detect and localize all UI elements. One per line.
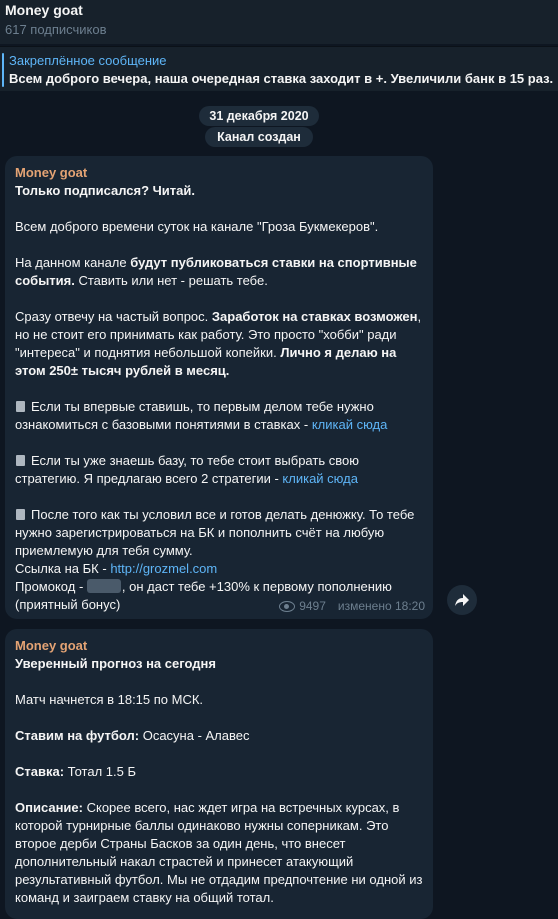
edited-time: изменено 18:20 [337,599,425,613]
chat-header[interactable]: Money goat 617 подписчиков [0,0,558,44]
bookmaker-link[interactable]: http://grozmel.com [110,561,217,576]
promo-code-spoiler[interactable] [86,579,121,593]
post-paragraph: Если ты впервые ставишь, то первым делом… [15,399,388,432]
link-click-here[interactable]: кликай сюда [282,471,358,486]
post-paragraph: На данном канале будут публиковаться ста… [15,255,417,288]
message-author[interactable]: Money goat [15,637,423,654]
message-meta: 9497 изменено 18:20 [279,597,425,615]
post-paragraph: После того как ты условил все и готов де… [15,507,415,558]
pinned-text: Всем доброго вечера, наша очередная став… [9,71,554,86]
post-paragraph: Ставка: Тотал 1.5 Б [15,764,136,779]
subscriber-count: 617 подписчиков [5,22,107,37]
pinned-indicator [2,53,4,87]
bullet-icon [16,509,25,520]
share-icon [455,594,469,606]
post-paragraph: Матч начнется в 18:15 по МСК. [15,692,204,707]
post-paragraph: Ссылка на БК - http://grozmel.com [15,561,218,576]
channel-created-label: Канал создан [205,127,313,147]
date-separator: 31 декабря 2020 [199,106,319,126]
pinned-title: Закреплённое сообщение [9,53,167,68]
message-author[interactable]: Money goat [15,164,423,181]
eye-icon [279,600,296,612]
post-title: Уверенный прогноз на сегодня [15,656,216,671]
post-paragraph: Описание: Скорее всего, нас ждет игра на… [15,800,423,905]
link-click-here[interactable]: кликай сюда [312,417,388,432]
view-count: 9497 [299,599,326,613]
post-paragraph: Всем доброго времени суток на канале "Гр… [15,219,379,234]
post-paragraph: Если ты уже знаешь базу, то тебе стоит в… [15,453,359,486]
bullet-icon [16,401,25,412]
post-title: Только подписался? Читай. [15,183,195,198]
message-bubble[interactable]: Money goat Уверенный прогноз на сегодня … [5,629,433,919]
post-paragraph: Ставим на футбол: Осасуна - Алавес [15,728,250,743]
bullet-icon [16,455,25,466]
service-messages: 31 декабря 2020 Канал создан [0,106,518,147]
message-bubble[interactable]: Money goat Только подписался? Читай. Все… [5,156,433,619]
channel-title[interactable]: Money goat [5,2,83,18]
pinned-message-bar[interactable]: Закреплённое сообщение Всем доброго вече… [0,46,558,91]
post-paragraph: Сразу отвечу на частый вопрос. Заработок… [15,309,422,378]
share-button[interactable] [447,585,477,615]
